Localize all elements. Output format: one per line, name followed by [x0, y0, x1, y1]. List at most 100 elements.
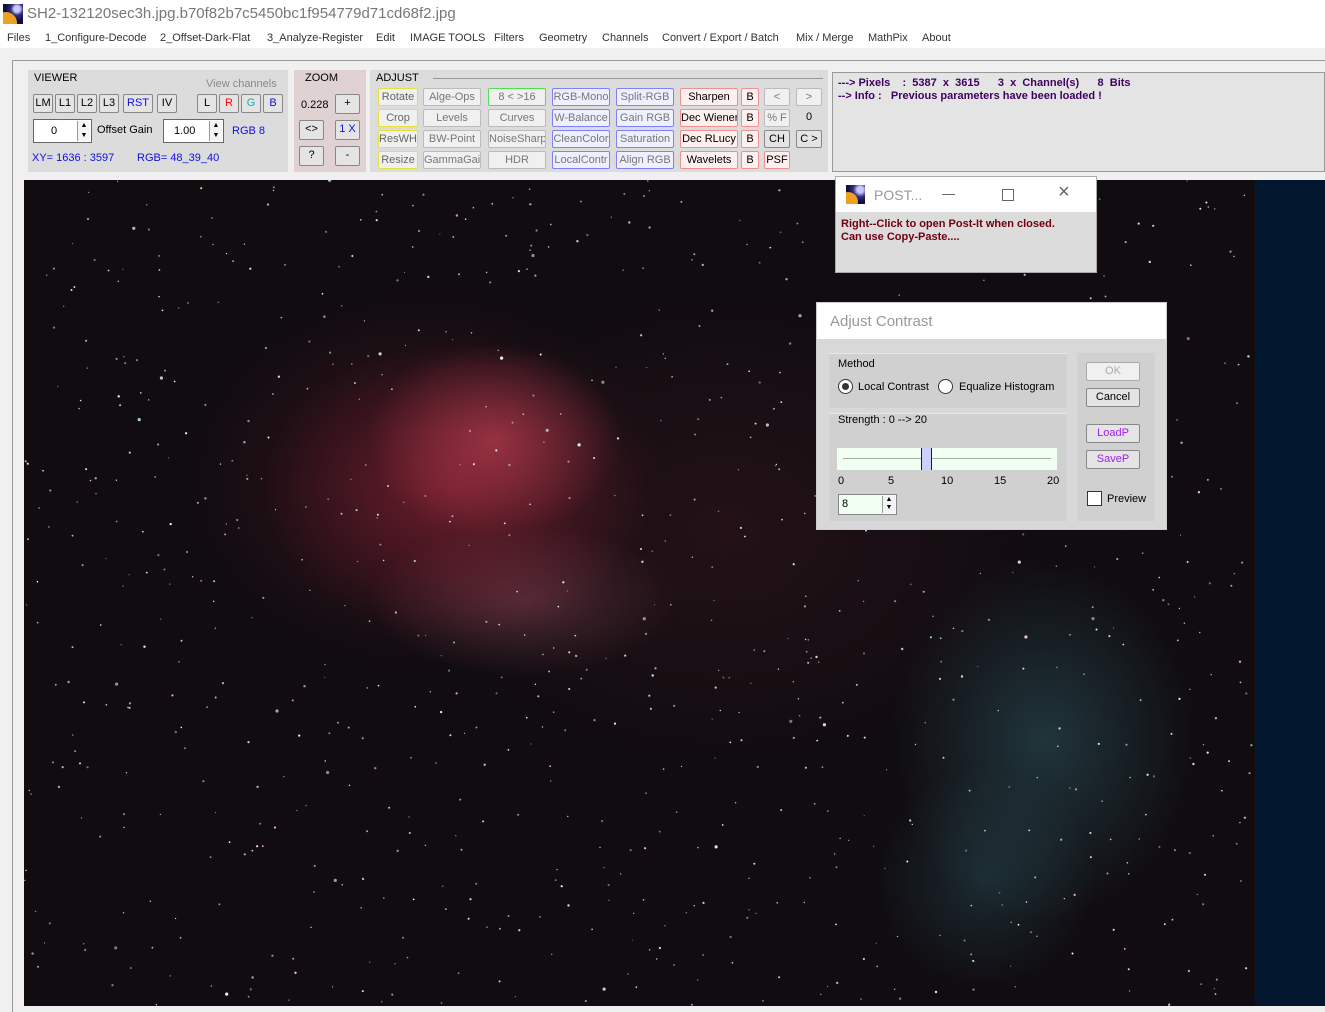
channel-l-button[interactable]: L — [197, 94, 217, 113]
adjust-button-crop[interactable]: Crop — [378, 109, 418, 127]
slider-thumb[interactable] — [921, 448, 933, 470]
l2-button[interactable]: L2 — [77, 94, 97, 113]
adjust-button-w-balance[interactable]: W-Balance — [552, 109, 610, 127]
zoom-fit-button[interactable]: <> — [299, 120, 324, 140]
adjust-button-curves[interactable]: Curves — [488, 109, 546, 127]
ok-button[interactable]: OK — [1086, 362, 1140, 381]
menu-item-mix-merge[interactable]: Mix / Merge — [796, 32, 853, 44]
gain-value: 1.00 — [174, 125, 196, 137]
zoom-1x-button[interactable]: 1 X — [335, 120, 360, 140]
adjust-button-8-16[interactable]: 8 < >16 — [488, 88, 546, 106]
menu-item-edit[interactable]: Edit — [376, 32, 395, 44]
adjust-button-b[interactable]: B — [741, 109, 759, 127]
adjust-button-saturation[interactable]: Saturation — [616, 130, 674, 148]
menu-item-2-offset-dark-flat[interactable]: 2_Offset-Dark-Flat — [160, 32, 250, 44]
channel-b-button[interactable]: B — [263, 94, 283, 113]
menu-item-image-tools[interactable]: IMAGE TOOLS — [410, 32, 485, 44]
dialog-titlebar[interactable]: Adjust Contrast — [817, 303, 1166, 339]
title-bar: SH2-132120sec3h.jpg.b70f82b7c5450bc1f954… — [0, 0, 1325, 30]
postit-titlebar[interactable]: POST... × — [836, 177, 1096, 212]
info-pixels: ---> Pixels : 5387 x 3615 3 x Channel(s)… — [838, 77, 1131, 89]
equalize-histogram-label[interactable]: Equalize Histogram — [959, 381, 1059, 393]
app-icon — [3, 4, 23, 24]
adjust-button-resize[interactable]: Resize — [378, 151, 418, 169]
adjust-button-c[interactable]: C > — [796, 130, 822, 148]
spin-arrows-icon[interactable]: ▲ ▼ — [209, 121, 222, 141]
adjust-contrast-dialog: Adjust Contrast Method Local Contrast Eq… — [816, 302, 1167, 530]
close-icon[interactable]: × — [1058, 182, 1070, 202]
menu-item-1-configure-decode[interactable]: 1_Configure-Decode — [45, 32, 147, 44]
adjust-button-localcontr[interactable]: LocalContr — [552, 151, 610, 169]
adjust-button-gammagain[interactable]: GammaGain — [423, 151, 481, 169]
adjust-button-psf[interactable]: PSF — [764, 151, 790, 169]
adjust-button-gain-rgb[interactable]: Gain RGB — [616, 109, 674, 127]
local-contrast-label[interactable]: Local Contrast — [858, 381, 929, 393]
adjust-button-b[interactable]: B — [741, 151, 759, 169]
radio-equalize-histogram[interactable] — [938, 379, 953, 394]
adjust-button-split-rgb[interactable]: Split-RGB — [616, 88, 674, 106]
loadp-button[interactable]: LoadP — [1086, 424, 1140, 443]
adjust-button-[interactable]: > — [796, 88, 822, 106]
adjust-button-[interactable]: < — [764, 88, 790, 106]
cancel-button[interactable]: Cancel — [1086, 388, 1140, 407]
strength-slider[interactable] — [837, 448, 1057, 470]
rgb-readout: RGB= 48_39_40 — [137, 152, 220, 164]
adjust-button-b[interactable]: B — [741, 130, 759, 148]
app-icon — [846, 185, 865, 204]
adjust-button-dec-rlucy[interactable]: Dec RLucy — [680, 130, 738, 148]
strength-stepper[interactable]: 8 ▲ ▼ — [838, 494, 897, 515]
menu-item-about[interactable]: About — [922, 32, 951, 44]
gain-stepper[interactable]: 1.00 ▲ ▼ — [163, 119, 224, 143]
menu-item-files[interactable]: Files — [7, 32, 30, 44]
postit-message[interactable]: Right--Click to open Post-It when closed… — [836, 212, 1096, 250]
adjust-button-noisesharp[interactable]: NoiseSharp — [488, 130, 546, 148]
maximize-icon[interactable] — [1002, 189, 1014, 201]
adjust-button-sharpen[interactable]: Sharpen — [680, 88, 738, 106]
adjust-button-f[interactable]: % F — [764, 109, 790, 127]
l1-button[interactable]: L1 — [55, 94, 75, 113]
zoom-in-button[interactable]: + — [335, 94, 360, 114]
rst-button[interactable]: RST — [123, 94, 153, 113]
menu-item-convert-export-batch[interactable]: Convert / Export / Batch — [662, 32, 779, 44]
adjust-button-ch[interactable]: CH — [764, 130, 790, 148]
adjust-button-wavelets[interactable]: Wavelets — [680, 151, 738, 169]
adjust-button-rotate[interactable]: Rotate — [378, 88, 418, 106]
adjust-button-hdr[interactable]: HDR — [488, 151, 546, 169]
preview-checkbox[interactable] — [1087, 491, 1102, 506]
viewer-title: VIEWER — [34, 72, 78, 84]
dialog-button-group: OK Cancel LoadP SaveP Preview — [1077, 353, 1155, 521]
menu-item-geometry[interactable]: Geometry — [539, 32, 587, 44]
spin-arrows-icon[interactable]: ▲ ▼ — [77, 121, 90, 141]
zoom-out-button[interactable]: - — [335, 146, 360, 166]
l3-button[interactable]: L3 — [99, 94, 119, 113]
savep-button[interactable]: SaveP — [1086, 450, 1140, 469]
info-message: --> Info : Previous parameters have been… — [838, 90, 1102, 102]
adjust-button-align-rgb[interactable]: Align RGB — [616, 151, 674, 169]
minimize-icon[interactable] — [942, 194, 955, 195]
adjust-button-bw-point[interactable]: BW-Point — [423, 130, 481, 148]
adjust-button-alge-ops[interactable]: Alge-Ops — [423, 88, 481, 106]
help-button[interactable]: ? — [299, 146, 324, 166]
spin-arrows-icon[interactable]: ▲ ▼ — [882, 496, 895, 513]
menu-item-channels[interactable]: Channels — [602, 32, 648, 44]
adjust-button-reswh[interactable]: ResWH — [378, 130, 418, 148]
iv-button[interactable]: IV — [157, 94, 177, 113]
radio-local-contrast[interactable] — [838, 379, 853, 394]
adjust-button-cleancolor[interactable]: CleanColor — [552, 130, 610, 148]
menu-item-mathpix[interactable]: MathPix — [868, 32, 908, 44]
postit-line: Can use Copy-Paste.... — [841, 231, 960, 243]
adjust-button-dec-wiener[interactable]: Dec Wiener — [680, 109, 738, 127]
adjust-button-rgb-mono[interactable]: RGB-Mono — [552, 88, 610, 106]
channel-g-button[interactable]: G — [241, 94, 261, 113]
adjust-panel: ADJUST Rotate Alge-Ops 8 < >16 RGB-Mono Spli… — [370, 70, 828, 172]
menu-item-filters[interactable]: Filters — [494, 32, 524, 44]
menu-item-3-analyze-register[interactable]: 3_Analyze-Register — [267, 32, 363, 44]
menu-bar: Files 1_Configure-Decode 2_Offset-Dark-Fla… — [0, 30, 1325, 48]
channel-r-button[interactable]: R — [219, 94, 239, 113]
offset-value: 0 — [51, 125, 58, 137]
rgb-bits-label: RGB 8 — [232, 125, 266, 137]
adjust-button-levels[interactable]: Levels — [423, 109, 481, 127]
adjust-button-b[interactable]: B — [741, 88, 759, 106]
offset-stepper[interactable]: 0 ▲ ▼ — [33, 119, 92, 143]
lm-button[interactable]: LM — [33, 94, 53, 113]
